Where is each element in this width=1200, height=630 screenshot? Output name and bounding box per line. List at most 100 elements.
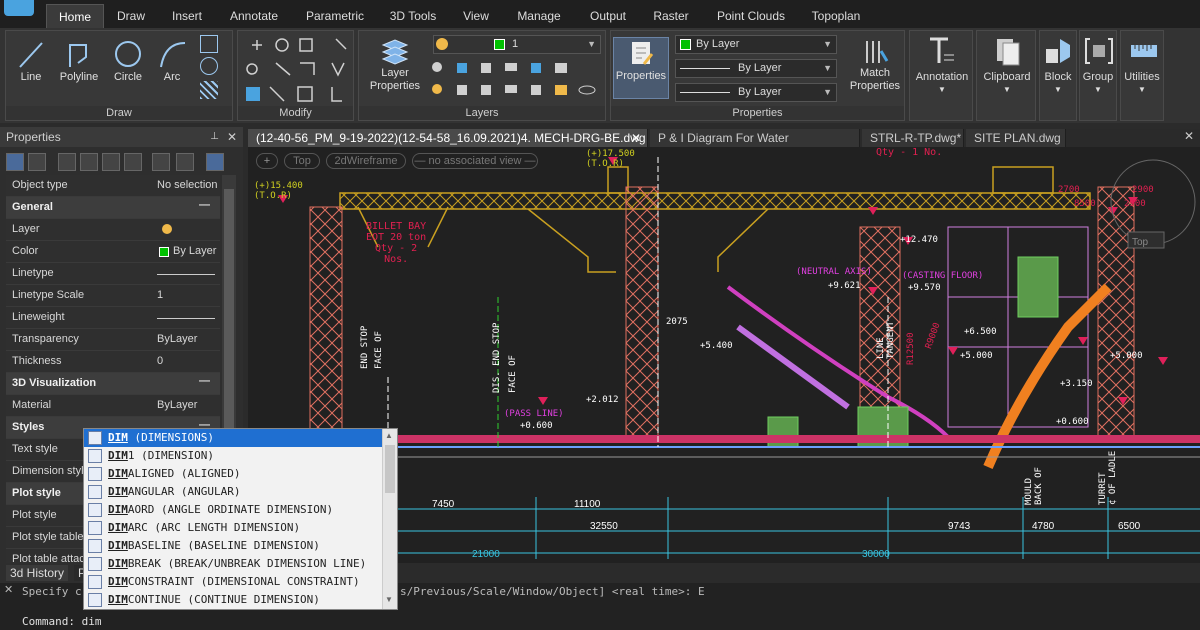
autocomplete-item[interactable]: DIMBASELINE (BASELINE DIMENSION) <box>84 537 382 555</box>
arc-button[interactable]: Arc <box>154 37 190 83</box>
clipboard-label: Clipboard <box>983 71 1031 83</box>
tab-topoplan[interactable]: Topoplan <box>804 4 868 28</box>
property-row[interactable]: Linetype <box>6 263 220 285</box>
layer-tools-icon[interactable] <box>431 59 601 105</box>
close-icon[interactable]: ✕ <box>631 129 641 147</box>
color-dropdown[interactable]: By Layer ▼ <box>675 35 837 54</box>
properties-button[interactable]: Properties <box>613 37 669 99</box>
utilities-group[interactable]: Utilities ▼ <box>1120 30 1164 121</box>
property-section[interactable]: 3D Visualization — <box>6 373 220 395</box>
tab-manage[interactable]: Manage <box>510 4 568 28</box>
tab-raster[interactable]: Raster <box>648 4 694 28</box>
dim-2700: 2700 <box>1058 185 1080 195</box>
view-top-button[interactable]: Top <box>284 153 320 169</box>
property-section[interactable]: General — <box>6 197 220 219</box>
property-key: Dimension style <box>12 465 90 477</box>
match-prefix: DIM <box>108 485 128 498</box>
command-description: CONSTRAINT (DIMENSIONAL CONSTRAINT) <box>127 575 360 588</box>
autocomplete-item[interactable]: DIM (DIMENSIONS) <box>84 429 382 447</box>
block-group[interactable]: Block ▼ <box>1039 30 1077 121</box>
autocomplete-item[interactable]: DIMARC (ARC LENGTH DIMENSION) <box>84 519 382 537</box>
layer-properties-button[interactable]: Layer Properties <box>365 37 425 93</box>
select-window-icon[interactable] <box>58 153 76 171</box>
dim-7450: 7450 <box>432 499 455 510</box>
autocomplete-item[interactable]: DIMALIGNED (ALIGNED) <box>84 465 382 483</box>
rectangle-icon[interactable] <box>200 35 218 53</box>
modify-tools-icon[interactable] <box>242 35 352 107</box>
layer-dropdown[interactable]: 1 ▼ <box>433 35 601 54</box>
close-icon[interactable]: ✕ <box>227 127 237 147</box>
tab-point-clouds[interactable]: Point Clouds <box>708 4 794 28</box>
close-all-icon[interactable]: ✕ <box>1184 129 1194 143</box>
property-row[interactable]: Thickness 0 <box>6 351 220 373</box>
property-row[interactable]: Linetype Scale 1 <box>6 285 220 307</box>
select-fence-icon[interactable] <box>102 153 120 171</box>
ucs-label: no associated view <box>428 155 522 167</box>
collapse-icon[interactable]: — <box>199 375 210 387</box>
autocomplete-item[interactable]: DIM1 (DIMENSION) <box>84 447 382 465</box>
tab-insert[interactable]: Insert <box>164 4 210 28</box>
text-line: (T.O.R) <box>586 159 624 169</box>
autocomplete-item[interactable]: DIMCONTINUE (CONTINUE DIMENSION) <box>84 591 382 609</box>
hatch-icon[interactable] <box>200 81 218 99</box>
autocomplete-item[interactable]: DIMANGULAR (ANGULAR) <box>84 483 382 501</box>
pin-icon[interactable]: ⊥ <box>210 127 219 147</box>
property-row[interactable]: Material ByLayer <box>6 395 220 417</box>
doc-tab-site-plan[interactable]: SITE PLAN.dwg <box>966 129 1066 147</box>
scrollbar-thumb[interactable] <box>385 445 395 493</box>
close-command-icon[interactable]: ✕ <box>4 583 18 623</box>
ellipse-icon[interactable] <box>200 57 218 75</box>
tab-output[interactable]: Output <box>582 4 634 28</box>
tab-parametric[interactable]: Parametric <box>300 4 370 28</box>
select-cursor-icon[interactable] <box>28 153 46 171</box>
polyline-button[interactable]: Polyline <box>54 37 104 83</box>
group-group[interactable]: Group ▼ <box>1079 30 1117 121</box>
properties-label: Properties <box>615 70 667 82</box>
autocomplete-item[interactable]: DIMBREAK (BREAK/UNBREAK DIMENSION LINE) <box>84 555 382 573</box>
property-row[interactable]: Lineweight <box>6 307 220 329</box>
doc-tab-pi-diagram[interactable]: P & I Diagram For Water System.dwg* <box>650 129 860 163</box>
linetype-dropdown[interactable]: By Layer ▼ <box>675 59 837 78</box>
property-row[interactable]: Transparency ByLayer <box>6 329 220 351</box>
autocomplete-item[interactable]: DIMAORD (ANGLE ORDINATE DIMENSION) <box>84 501 382 519</box>
dim-2900: 2900 <box>1132 185 1154 195</box>
clipboard-group[interactable]: Clipboard ▼ <box>976 30 1036 121</box>
tab-3d-tools[interactable]: 3D Tools <box>384 4 442 28</box>
tab-3d-history[interactable]: 3d History <box>6 565 69 581</box>
filter-icon[interactable] <box>124 153 142 171</box>
ucs-button[interactable]: — no associated view — <box>412 153 538 169</box>
viewport-plus-button[interactable]: + <box>256 153 278 169</box>
app-logo-icon[interactable] <box>4 0 34 16</box>
property-row[interactable]: Object type No selection <box>6 175 220 197</box>
line-button[interactable]: Line <box>12 37 50 83</box>
chevron-down-icon: ▼ <box>1094 85 1102 94</box>
autocomplete-scrollbar[interactable]: ▲ ▼ <box>382 429 397 609</box>
visual-style-button[interactable]: 2dWireframe <box>326 153 406 169</box>
tab-home[interactable]: Home <box>46 4 104 28</box>
match-properties-button[interactable]: Match Properties <box>845 37 905 93</box>
view-cube-top-label[interactable]: Top <box>1132 237 1148 248</box>
scroll-down-icon[interactable]: ▼ <box>385 595 395 605</box>
text-line: LINE <box>876 337 886 359</box>
scroll-up-icon[interactable]: ▲ <box>385 431 395 441</box>
command-input[interactable]: Command: dim <box>22 615 101 628</box>
steel-columns <box>309 186 1135 438</box>
lineweight-dropdown[interactable]: By Layer ▼ <box>675 83 837 102</box>
doc-tab-strl[interactable]: STRL-R-TP.dwg* <box>862 129 964 147</box>
doc-tab-mech-drg[interactable]: (12-40-56_PM_9-19-2022)(12-54-58_16.09.2… <box>248 129 648 147</box>
annotation-group[interactable]: Annotation ▼ <box>909 30 973 121</box>
utilities-label: Utilities <box>1124 71 1160 83</box>
collapse-icon[interactable]: — <box>199 199 210 211</box>
autocomplete-item[interactable]: DIMCONSTRAINT (DIMENSIONAL CONSTRAINT) <box>84 573 382 591</box>
select-crossing-icon[interactable] <box>80 153 98 171</box>
tab-view[interactable]: View <box>456 4 496 28</box>
toggle-pickadd-icon[interactable] <box>206 153 224 171</box>
quick-select-icon[interactable] <box>6 153 24 171</box>
pick-add-icon[interactable] <box>152 153 170 171</box>
pick-remove-icon[interactable] <box>176 153 194 171</box>
property-row[interactable]: Color By Layer <box>6 241 220 263</box>
property-row[interactable]: Layer <box>6 219 220 241</box>
circle-button[interactable]: Circle <box>108 37 148 83</box>
tab-draw[interactable]: Draw <box>110 4 152 28</box>
tab-annotate[interactable]: Annotate <box>224 4 284 28</box>
